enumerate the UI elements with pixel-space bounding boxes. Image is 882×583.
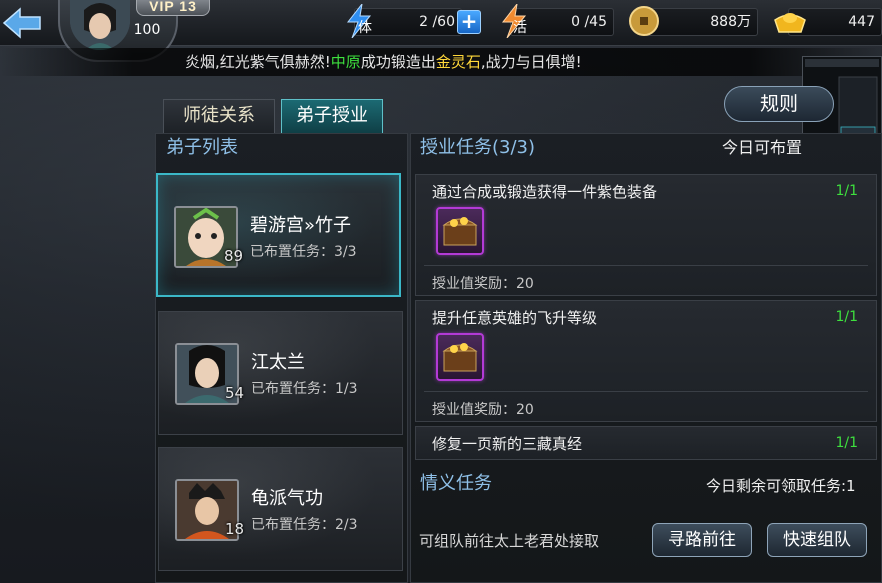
- player-level: 100: [133, 22, 161, 38]
- quick-team-button[interactable]: 快速组队: [767, 523, 867, 557]
- teaching-tasks-header: 授业任务(3/3): [420, 137, 536, 158]
- disciple-level: 18: [225, 520, 245, 538]
- ticker-server: 中原: [330, 53, 361, 71]
- ticker-text-1: 炎烟,红光紫气俱赫然!: [185, 53, 331, 71]
- task-progress: 1/1: [835, 309, 858, 325]
- friendship-remaining-label: 今日剩余可领取任务:1: [706, 477, 856, 495]
- vigor-tag: 活: [513, 20, 527, 36]
- disciple-card[interactable]: 54 江太兰 已布置任务：1/3: [158, 311, 403, 435]
- broadcast-ticker: 炎烟,红光紫气俱赫然!中原成功锻造出金灵石,战力与日俱增!: [0, 48, 882, 76]
- task-title: 提升任意英雄的飞升等级: [432, 309, 598, 327]
- vigor-value: 0 /45: [571, 14, 607, 30]
- back-button[interactable]: [0, 0, 44, 46]
- disciple-name: 碧游宫»竹子: [250, 215, 352, 236]
- treasure-chest-icon: [442, 343, 478, 372]
- coins-value: 888万: [710, 14, 751, 30]
- disciple-level: 89: [224, 247, 244, 265]
- task-item[interactable]: 修复一页新的三藏真经 1/1: [415, 426, 877, 460]
- treasure-chest-icon: [442, 217, 478, 246]
- task-item[interactable]: 提升任意英雄的飞升等级 1/1 授业值奖励：20: [415, 300, 877, 422]
- task-progress: 1/1: [835, 435, 858, 451]
- stamina-tag: 体: [358, 20, 372, 36]
- task-reward-text: 授业值奖励：20: [432, 402, 534, 418]
- ticker-text-2: 成功锻造出: [360, 53, 436, 71]
- task-item[interactable]: 通过合成或锻造获得一件紫色装备 1/1 授业值奖励：20: [415, 174, 877, 296]
- friendship-tasks-header: 情义任务: [420, 473, 492, 494]
- task-title: 通过合成或锻造获得一件紫色装备: [432, 183, 658, 201]
- ticker-item: 金灵石: [435, 53, 481, 71]
- back-arrow-icon: [2, 7, 41, 39]
- disciple-card[interactable]: 89 碧游宫»竹子 已布置任务：3/3: [156, 173, 401, 297]
- gold-ingot-icon: [772, 2, 808, 40]
- disciple-assigned: 已布置任务：1/3: [251, 381, 358, 397]
- disciple-assigned: 已布置任务：3/3: [250, 244, 357, 260]
- disciple-level: 54: [225, 384, 245, 402]
- add-stamina-button[interactable]: +: [457, 10, 481, 34]
- daily-assign-label: 今日可布置: [722, 138, 803, 157]
- find-path-button[interactable]: 寻路前往: [652, 523, 752, 557]
- task-divider: [424, 265, 868, 266]
- task-divider: [424, 391, 868, 392]
- disciple-list-header: 弟子列表: [166, 137, 238, 158]
- disciple-name: 江太兰: [251, 352, 305, 373]
- task-progress: 1/1: [835, 183, 858, 199]
- ticker-text-3: ,战力与日俱增!: [480, 53, 582, 71]
- friendship-hint: 可组队前往太上老君处接取: [419, 532, 600, 550]
- reward-item[interactable]: [436, 333, 484, 381]
- tab-disciple-teaching[interactable]: 弟子授业: [281, 99, 383, 133]
- task-title: 修复一页新的三藏真经: [432, 435, 583, 453]
- disciple-assigned: 已布置任务：2/3: [251, 517, 358, 533]
- vip-badge: VIP 13: [136, 0, 210, 16]
- disciple-name: 龟派气功: [251, 488, 323, 509]
- disciple-card[interactable]: 18 龟派气功 已布置任务：2/3: [158, 447, 403, 571]
- coin-icon: [626, 2, 662, 40]
- tab-master-relations[interactable]: 师徒关系: [163, 99, 275, 133]
- reward-item[interactable]: [436, 207, 484, 255]
- stamina-value: 2 /60: [419, 14, 455, 30]
- task-reward-text: 授业值奖励：20: [432, 276, 534, 292]
- ingots-value: 447: [848, 14, 875, 30]
- rules-button[interactable]: 规则: [724, 86, 834, 122]
